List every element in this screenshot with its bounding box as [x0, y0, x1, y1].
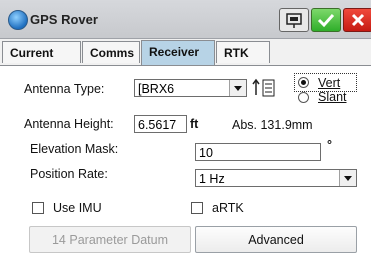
close-icon	[351, 13, 365, 27]
slant-radio[interactable]	[298, 92, 309, 103]
satellite-app-icon	[8, 10, 28, 30]
antenna-type-label: Antenna Type:	[24, 82, 105, 96]
gps-rover-window: GPS Rover Current Comms Receiver RTK Ant…	[0, 0, 371, 279]
tool-button[interactable]	[279, 8, 309, 32]
tab-rtk[interactable]: RTK	[216, 41, 270, 63]
position-rate-label: Position Rate:	[30, 167, 108, 181]
antenna-height-input[interactable]: 6.5617	[134, 115, 187, 133]
tab-comms[interactable]: Comms	[82, 41, 140, 63]
antenna-list-icon	[252, 78, 275, 97]
antenna-height-label: Antenna Height:	[24, 117, 114, 131]
tab-bar: Current Comms Receiver RTK	[0, 39, 371, 66]
chevron-down-icon[interactable]	[339, 170, 356, 186]
antenna-height-abs: Abs. 131.9mm	[232, 118, 313, 132]
window-title: GPS Rover	[30, 12, 98, 27]
use-imu-label: Use IMU	[53, 201, 102, 215]
title-bar: GPS Rover	[0, 0, 371, 39]
antenna-type-value: [BRX6	[138, 82, 175, 96]
use-imu-checkbox[interactable]	[32, 202, 44, 214]
degree-symbol: °	[327, 138, 332, 152]
antenna-type-select[interactable]: [BRX6	[134, 79, 247, 97]
close-button[interactable]	[343, 8, 371, 32]
artk-label: aRTK	[212, 201, 244, 215]
slant-radio-label[interactable]: Slant	[318, 90, 347, 104]
parameter-datum-button[interactable]: 14 Parameter Datum	[29, 226, 191, 253]
advanced-button[interactable]: Advanced	[195, 226, 357, 253]
instrument-icon	[286, 13, 302, 28]
tab-receiver[interactable]: Receiver	[141, 40, 215, 65]
position-rate-value: 1 Hz	[199, 172, 225, 186]
checkmark-icon	[317, 13, 335, 28]
elevation-mask-label: Elevation Mask:	[30, 142, 119, 156]
receiver-settings-panel: Antenna Type: [BRX6 Vert Slant Antenna H…	[0, 66, 371, 279]
artk-checkbox[interactable]	[191, 202, 203, 214]
antenna-height-unit: ft	[190, 117, 199, 131]
ok-button[interactable]	[311, 8, 341, 32]
antenna-list-button[interactable]	[251, 78, 277, 98]
position-rate-select[interactable]: 1 Hz	[195, 169, 357, 187]
tab-current[interactable]: Current	[2, 41, 81, 63]
elevation-mask-input[interactable]: 10	[195, 143, 321, 161]
chevron-down-icon[interactable]	[229, 80, 246, 96]
